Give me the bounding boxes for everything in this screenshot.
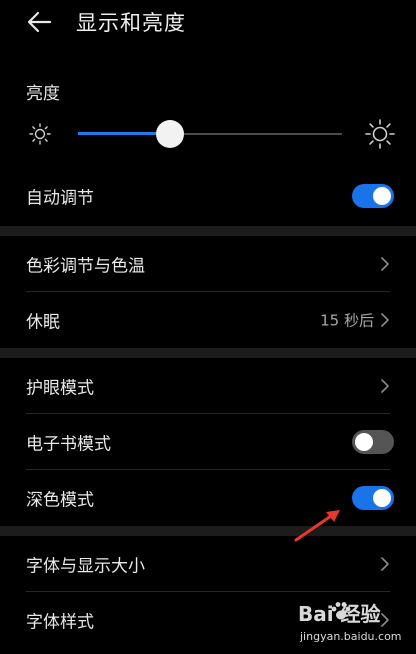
chevron-right-icon bbox=[381, 313, 389, 327]
toggle-knob bbox=[373, 187, 391, 205]
toggle-knob bbox=[373, 489, 391, 507]
row-eye-comfort[interactable]: 护眼模式 bbox=[0, 358, 416, 414]
row-label: 护眼模式 bbox=[26, 378, 94, 399]
settings-screen: 显示和亮度 亮度 自动调节 色彩调节与色温 休眠 15 秒后 护眼模式 电子书模… bbox=[0, 0, 416, 654]
chevron-right-icon bbox=[381, 379, 389, 393]
row-label: 休眠 bbox=[26, 312, 60, 333]
row-label: 色彩调节与色温 bbox=[26, 256, 145, 277]
toggle-knob bbox=[355, 433, 373, 451]
auto-adjust-toggle[interactable] bbox=[352, 184, 394, 208]
brightness-slider[interactable] bbox=[78, 120, 342, 148]
sun-bright-icon bbox=[365, 119, 395, 149]
ebook-mode-toggle[interactable] bbox=[352, 430, 394, 454]
page-title: 显示和亮度 bbox=[76, 11, 186, 35]
row-ebook-mode[interactable]: 电子书模式 bbox=[0, 414, 416, 470]
row-dark-mode[interactable]: 深色模式 bbox=[0, 470, 416, 526]
annotation-arrow-icon bbox=[294, 510, 340, 542]
back-button[interactable] bbox=[24, 6, 56, 38]
sleep-value: 15 秒后 bbox=[320, 311, 374, 330]
slider-thumb[interactable] bbox=[156, 120, 184, 148]
chevron-right-icon bbox=[381, 257, 389, 271]
brightness-label: 亮度 bbox=[26, 84, 60, 104]
row-font-size[interactable]: 字体与显示大小 bbox=[0, 536, 416, 592]
section-gap bbox=[0, 226, 416, 236]
chevron-right-icon bbox=[381, 557, 389, 571]
section-gap bbox=[0, 526, 416, 536]
row-auto-adjust[interactable]: 自动调节 bbox=[0, 168, 416, 224]
row-label: 字体与显示大小 bbox=[26, 556, 145, 577]
section-gap bbox=[0, 348, 416, 358]
paw-logo-icon bbox=[331, 602, 351, 620]
row-label: 自动调节 bbox=[26, 188, 94, 209]
baidu-watermark: Bai 经验 jingyan.baidu.com bbox=[296, 598, 402, 648]
sun-dim-icon bbox=[29, 123, 51, 145]
row-label: 字体样式 bbox=[26, 612, 94, 633]
row-label: 电子书模式 bbox=[26, 434, 111, 455]
row-label: 深色模式 bbox=[26, 490, 94, 511]
watermark-url: jingyan.baidu.com bbox=[300, 630, 402, 643]
arrow-left-icon bbox=[27, 11, 52, 33]
dark-mode-toggle[interactable] bbox=[352, 486, 394, 510]
row-color-temperature[interactable]: 色彩调节与色温 bbox=[0, 236, 416, 292]
row-sleep[interactable]: 休眠 15 秒后 bbox=[0, 292, 416, 348]
app-bar: 显示和亮度 bbox=[0, 0, 416, 46]
